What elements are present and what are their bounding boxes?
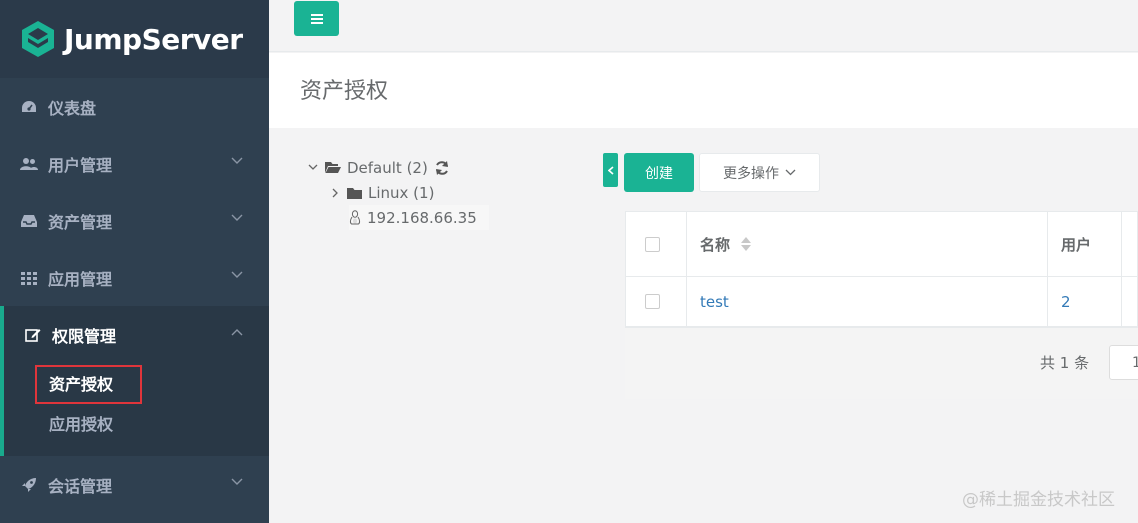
top-navbar (269, 0, 1138, 52)
tree-node-label: Default (2) (347, 158, 428, 177)
brand-name: JumpServer (64, 22, 243, 56)
sidebar: JumpServer 仪表盘 用户管理 资产管理 应用管理 权限管理 资产授权 … (0, 0, 269, 523)
chevron-down-icon (785, 169, 796, 176)
table-header-row: 名称 用户 (626, 212, 1137, 277)
column-header-name[interactable]: 名称 (687, 212, 1048, 276)
folder-open-icon (325, 161, 341, 174)
tree-node-label: Linux (1) (368, 183, 435, 202)
folder-icon (347, 187, 362, 199)
column-header-label: 用户 (1061, 235, 1092, 254)
asset-tree: Default (2) Linux (1) 192.168.66.35 (305, 155, 489, 230)
permission-name-link[interactable]: test (700, 293, 729, 311)
sidebar-item-label: 用户管理 (48, 155, 113, 175)
more-actions-dropdown[interactable]: 更多操作 (699, 153, 820, 192)
cell-name: test (687, 277, 1048, 326)
inbox-icon (20, 212, 38, 230)
chevron-up-icon (231, 329, 243, 336)
cell-next (1122, 277, 1137, 326)
sidebar-subitem-label: 应用授权 (49, 415, 114, 434)
header-checkbox-cell (626, 212, 687, 276)
linux-icon (349, 210, 361, 225)
chevron-down-icon (231, 271, 243, 278)
brand[interactable]: JumpServer (0, 0, 269, 78)
page-heading: 资产授权 (269, 53, 1138, 128)
hamburger-icon (310, 13, 323, 24)
page-title: 资产授权 (300, 79, 389, 104)
tree-node-label: 192.168.66.35 (367, 208, 477, 227)
column-header-users[interactable]: 用户 (1048, 212, 1122, 276)
page-size-value: 1 (1132, 355, 1138, 371)
sidebar-item-sessions[interactable]: 会话管理 (0, 456, 269, 513)
column-header-next (1122, 212, 1137, 276)
chevron-down-icon (231, 214, 243, 221)
row-checkbox[interactable] (645, 294, 660, 309)
select-all-checkbox[interactable] (645, 236, 660, 252)
tree-node-root[interactable]: Default (2) (305, 155, 489, 180)
sidebar-item-applications[interactable]: 应用管理 (0, 249, 269, 306)
table-row[interactable]: test 2 (626, 277, 1137, 327)
tree-leaf-wrap: 192.168.66.35 (349, 205, 489, 230)
grid-icon (20, 269, 38, 287)
sort-icon[interactable] (740, 236, 752, 252)
refresh-icon[interactable] (434, 160, 450, 176)
dashboard-icon (20, 98, 38, 116)
sidebar-item-label: 会话管理 (48, 476, 113, 496)
menu-toggle-button[interactable] (294, 1, 339, 36)
rocket-icon (20, 476, 38, 494)
tree-node-host[interactable]: 192.168.66.35 (305, 205, 489, 230)
page-size-select[interactable]: 1 (1109, 345, 1138, 380)
sidebar-item-users[interactable]: 用户管理 (0, 135, 269, 192)
sidebar-item-label: 应用管理 (48, 269, 113, 289)
sidebar-item-label: 仪表盘 (48, 98, 97, 118)
row-checkbox-cell (626, 277, 687, 326)
column-header-label: 名称 (700, 235, 731, 254)
chevron-left-icon (607, 165, 614, 175)
table-container: 名称 用户 test 2 共 1 条 1 (625, 211, 1138, 399)
more-actions-label: 更多操作 (723, 165, 779, 182)
jumpserver-logo-icon (22, 21, 54, 57)
pager-total: 共 1 条 (1040, 354, 1090, 372)
sidebar-item-permissions[interactable]: 权限管理 (4, 306, 269, 363)
chevron-down-icon (231, 478, 243, 485)
chevron-down-icon[interactable] (305, 164, 321, 171)
chevron-right-icon[interactable] (327, 188, 343, 198)
cell-users: 2 (1048, 277, 1122, 326)
collapse-tree-button[interactable] (603, 153, 618, 187)
sidebar-item-label: 资产管理 (48, 212, 113, 232)
user-count-link[interactable]: 2 (1061, 293, 1071, 311)
sidebar-subitem-app-permissions[interactable]: 应用授权 (4, 403, 269, 443)
watermark: @稀土掘金技术社区 (962, 490, 1115, 510)
sidebar-item-dashboard[interactable]: 仪表盘 (0, 78, 269, 135)
sidebar-item-label: 权限管理 (52, 326, 117, 346)
permissions-table: 名称 用户 test 2 (625, 211, 1138, 328)
sidebar-item-assets[interactable]: 资产管理 (0, 192, 269, 249)
chevron-down-icon (231, 157, 243, 164)
users-icon (20, 155, 38, 173)
create-button[interactable]: 创建 (624, 153, 694, 192)
edit-icon (24, 326, 42, 344)
highlight-box (35, 365, 142, 404)
tree-node-linux[interactable]: Linux (1) (305, 180, 489, 205)
